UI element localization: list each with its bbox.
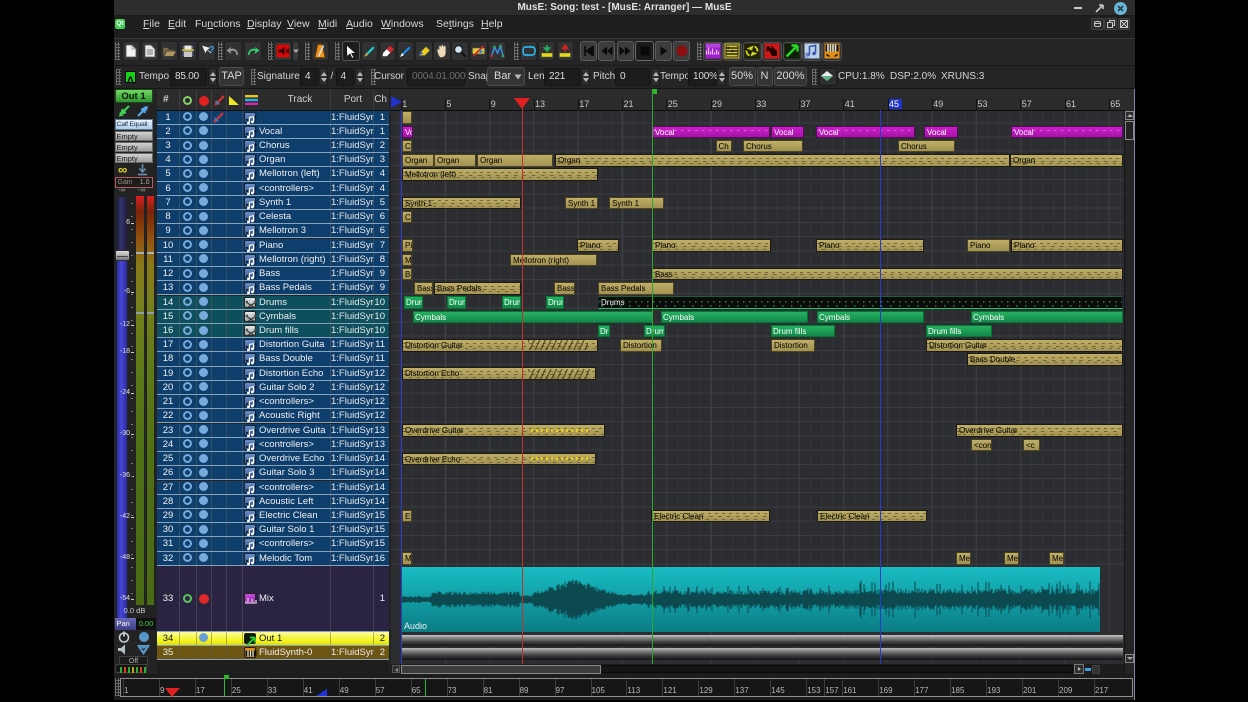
svg-text:?: ? [209, 45, 215, 56]
